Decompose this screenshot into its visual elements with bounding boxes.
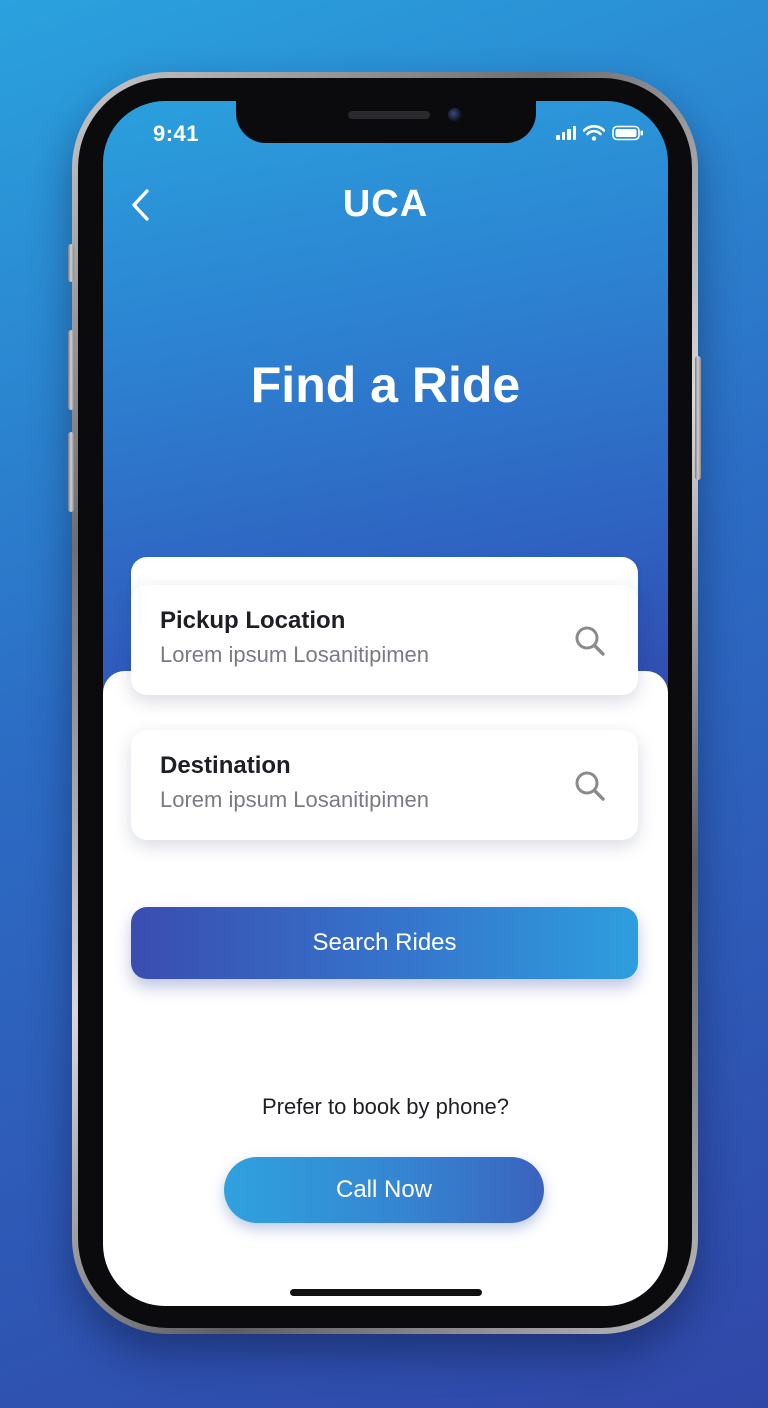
mute-switch: [68, 244, 74, 282]
destination-value: Lorem ipsum Losanitipimen: [160, 787, 430, 812]
destination-field[interactable]: Destination Lorem ipsum Losanitipimen: [131, 730, 638, 840]
app-title: UCA: [342, 183, 429, 225]
cellular-signal-icon: [556, 126, 576, 140]
page-title: Find a Ride: [250, 357, 521, 413]
volume-down-button: [68, 432, 74, 512]
battery-icon: [612, 125, 643, 141]
notch: [236, 101, 536, 143]
destination-label: Destination: [160, 752, 291, 779]
volume-up-button: [68, 330, 74, 410]
pickup-location-label: Pickup Location: [160, 607, 346, 634]
call-now-button[interactable]: Call Now: [224, 1157, 544, 1223]
earpiece-speaker: [348, 111, 430, 119]
front-camera: [448, 108, 462, 122]
power-button: [695, 356, 701, 480]
status-icons: [556, 125, 644, 141]
pickup-location-field[interactable]: Pickup Location Lorem ipsum Losanitipime…: [131, 585, 638, 695]
phone-booking-prompt: Prefer to book by phone?: [261, 1094, 510, 1119]
wifi-icon: [583, 125, 605, 141]
home-indicator[interactable]: [290, 1289, 482, 1296]
status-time: 9:41: [153, 121, 200, 146]
search-rides-button[interactable]: Search Rides: [131, 907, 638, 979]
pickup-location-value: Lorem ipsum Losanitipimen: [160, 642, 430, 667]
search-icon[interactable]: [572, 768, 608, 804]
nav-header: UCA: [103, 181, 668, 231]
search-icon[interactable]: [572, 623, 608, 659]
phone-screen: 9:41 UCA Find a Ride Pickup Location Lor…: [103, 101, 668, 1306]
